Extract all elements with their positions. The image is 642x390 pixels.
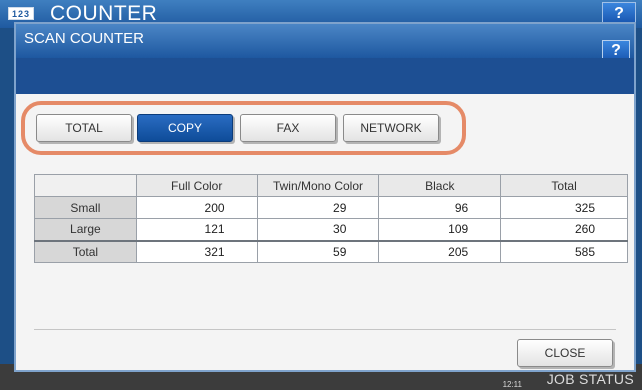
row-header: Large — [34, 218, 137, 241]
tab-total[interactable]: TOTAL — [36, 114, 132, 142]
table-header-row: Full Color Twin/Mono Color Black Total — [34, 174, 628, 197]
column-header: Black — [378, 174, 502, 197]
tab-network[interactable]: NETWORK — [343, 114, 439, 142]
table-cell: 29 — [256, 196, 380, 219]
table-cell: 260 — [500, 218, 628, 241]
table-cell: 585 — [500, 239, 628, 263]
clock: 12:11 — [503, 380, 522, 389]
clock-time: 12:11 — [502, 380, 522, 389]
table-row: Small 200 29 96 325 — [34, 196, 628, 219]
row-header: Small — [34, 196, 137, 219]
tab-copy[interactable]: COPY — [137, 114, 233, 142]
table-cell: 30 — [256, 218, 380, 241]
table-cell: 96 — [378, 196, 502, 219]
close-button[interactable]: CLOSE — [517, 339, 613, 367]
table-cell: 121 — [135, 218, 258, 241]
dialog-title-bar: SCAN COUNTER ? — [16, 24, 634, 62]
dialog-title: SCAN COUNTER — [24, 30, 145, 47]
column-header: Full Color — [135, 174, 258, 197]
table-cell: 205 — [378, 239, 502, 263]
column-header: Total — [500, 174, 628, 197]
table-cell: 321 — [135, 239, 258, 263]
table-cell: 200 — [135, 196, 258, 219]
table-cell: 109 — [378, 218, 502, 241]
counter-icon: 123 — [8, 7, 35, 20]
background-help-button[interactable]: ? — [602, 2, 636, 24]
column-header — [34, 174, 137, 197]
scan-counter-dialog: SCAN COUNTER ? TOTAL COPY FAX NETWORK Fu… — [14, 22, 636, 372]
table-cell: 59 — [256, 239, 380, 263]
table-cell: 325 — [500, 196, 628, 219]
job-status-button[interactable]: JOB STATUS — [547, 371, 634, 387]
tab-fax[interactable]: FAX — [240, 114, 336, 142]
table-row: Total 321 59 205 585 — [34, 239, 628, 263]
divider — [34, 329, 616, 330]
column-header: Twin/Mono Color — [256, 174, 380, 197]
row-header: Total — [34, 239, 137, 263]
table-row: Large 121 30 109 260 — [34, 218, 628, 241]
dialog-header-band — [16, 58, 634, 94]
counter-table: Full Color Twin/Mono Color Black Total S… — [34, 174, 628, 263]
